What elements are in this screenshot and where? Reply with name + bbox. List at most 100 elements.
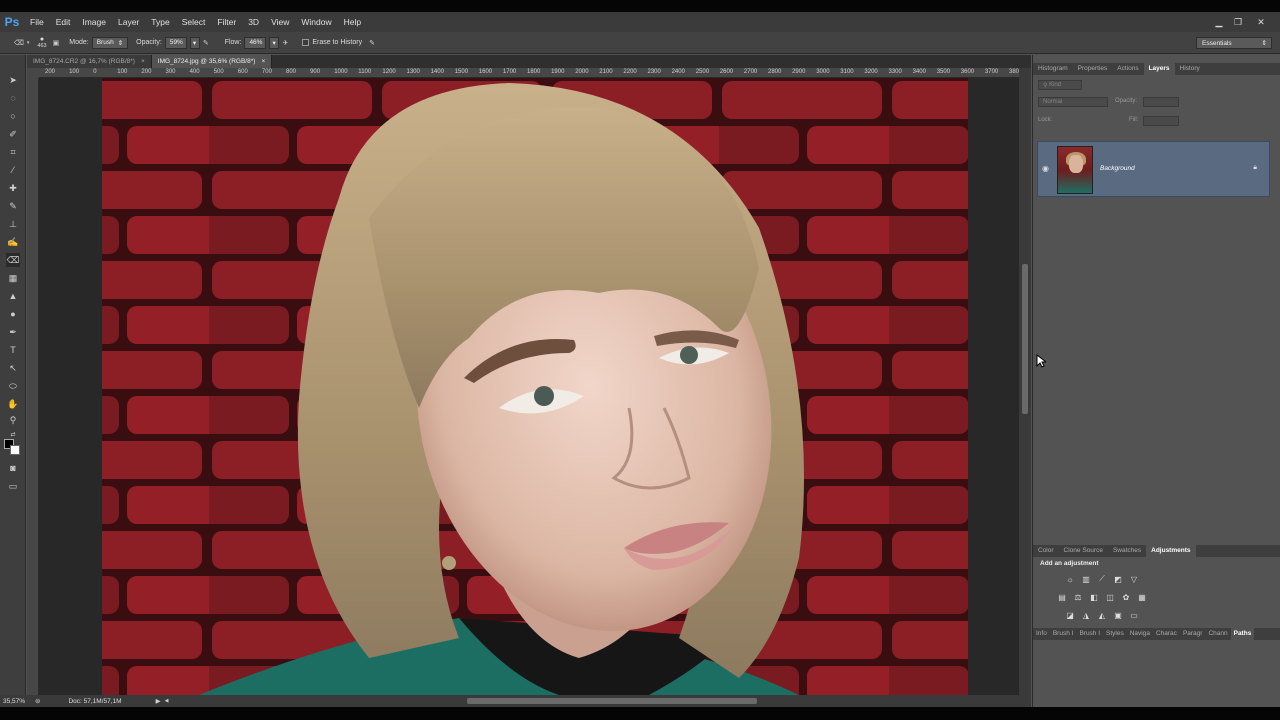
layer-name[interactable]: Background [1100,165,1135,172]
screen-mode-icon[interactable]: ▭ [6,479,20,493]
pressure-size-icon[interactable]: ✎ [369,39,375,47]
airbrush-icon[interactable]: ✈ [282,39,288,47]
background-color-swatch[interactable] [10,445,20,455]
canvas[interactable] [39,78,1019,695]
tab-navigator[interactable]: Naviga [1127,628,1153,640]
layer-row-background[interactable]: ◉ Background 🔒︎ [1037,141,1270,197]
scroll-left-icon[interactable]: ◀ [165,698,169,704]
zoom-tool-icon[interactable]: ⚲ [6,413,20,427]
menu-filter[interactable]: Filter [211,12,242,32]
gradient-tool-icon[interactable]: ▦ [6,271,20,285]
menu-select[interactable]: Select [176,12,212,32]
move-tool-icon[interactable]: ➤ [6,73,20,87]
tab-clone-source[interactable]: Clone Source [1059,545,1108,557]
quick-mask-icon[interactable]: ◙ [6,461,20,475]
clone-stamp-tool-icon[interactable]: ⊥ [6,217,20,231]
layer-filter-dropdown[interactable]: ⚲ Kind [1038,80,1082,90]
menu-type[interactable]: Type [145,12,175,32]
posterize-icon[interactable]: ◮ [1081,610,1091,620]
tab-paragraph[interactable]: Paragr [1180,628,1206,640]
blur-tool-icon[interactable]: ▲ [6,289,20,303]
zoom-level[interactable]: 35,57% [0,695,27,707]
shape-tool-icon[interactable]: ⬭ [6,379,20,393]
tab-styles[interactable]: Styles [1103,628,1127,640]
tab-color[interactable]: Color [1033,545,1059,557]
history-brush-tool-icon[interactable]: ✍ [6,235,20,249]
path-select-tool-icon[interactable]: ↖ [6,361,20,375]
menu-3d[interactable]: 3D [242,12,265,32]
color-balance-icon[interactable]: ⚖ [1073,592,1083,602]
marquee-tool-icon[interactable]: ◌ [6,91,20,105]
tab-history[interactable]: History [1175,63,1205,75]
vertical-ruler[interactable] [27,78,39,695]
eraser-tool-icon[interactable]: ⌫ [6,253,20,267]
eye-icon[interactable]: ◉ [1042,164,1049,173]
close-icon[interactable]: ✕ [1250,12,1272,32]
horizontal-ruler[interactable]: 200 100 0 100 200 300 400 500 600 700 800 900 1000 11… [39,68,1019,78]
flow-field[interactable]: 46% [244,36,267,49]
menu-image[interactable]: Image [76,12,112,32]
tab-adjustments[interactable]: Adjustments [1146,545,1196,557]
menu-view[interactable]: View [265,12,295,32]
gradient-map-icon[interactable]: ▭ [1129,610,1139,620]
opacity-slider-button[interactable]: ▾ [189,36,200,49]
flow-slider-button[interactable]: ▾ [269,36,280,49]
type-tool-icon[interactable]: T [6,343,20,357]
invert-icon[interactable]: ◪ [1065,610,1075,620]
erase-to-history-checkbox[interactable] [302,39,310,46]
restore-icon[interactable]: ❐ [1227,12,1249,32]
tab-swatches[interactable]: Swatches [1108,545,1146,557]
vertical-scroll-thumb[interactable] [1022,264,1028,414]
black-white-icon[interactable]: ◧ [1089,592,1099,602]
exposure-icon[interactable]: ◩ [1113,574,1123,584]
menu-help[interactable]: Help [338,12,367,32]
menu-window[interactable]: Window [295,12,337,32]
curves-icon[interactable]: ⟋ [1097,574,1107,584]
mode-dropdown[interactable]: Brush ⇕ [91,36,129,49]
menu-edit[interactable]: Edit [50,12,77,32]
selective-color-icon[interactable]: ▣ [1113,610,1123,620]
brush-size-picker[interactable]: ● 463 [37,36,46,50]
brush-panel-toggle[interactable]: ▣ [53,39,60,47]
tab-brush-presets[interactable]: Brush I [1076,628,1103,640]
tab-channels[interactable]: Chann [1205,628,1230,640]
hand-tool-icon[interactable]: ✋ [6,397,20,411]
photo-filter-icon[interactable]: ◫ [1105,592,1115,602]
eyedropper-tool-icon[interactable]: ⁄ [6,163,20,177]
tab-properties[interactable]: Properties [1073,63,1113,75]
close-tab-icon[interactable]: × [141,58,145,65]
tab-info[interactable]: Info [1033,628,1050,640]
dodge-tool-icon[interactable]: ● [6,307,20,321]
healing-brush-tool-icon[interactable]: ✚ [6,181,20,195]
crop-tool-icon[interactable]: ⌗ [6,145,20,159]
status-menu-arrow-icon[interactable]: ▶ [156,697,161,705]
horizontal-scroll-thumb[interactable] [467,698,757,704]
vibrance-icon[interactable]: ▽ [1129,574,1139,584]
threshold-icon[interactable]: ◭ [1097,610,1107,620]
tab-histogram[interactable]: Histogram [1033,63,1073,75]
tab-character[interactable]: Charac [1153,628,1180,640]
channel-mixer-icon[interactable]: ✿ [1121,592,1131,602]
brightness-icon[interactable]: ☼ [1065,574,1075,584]
status-export-icon[interactable]: ⊜ [35,697,40,705]
tool-preset-picker[interactable]: ⌫ ▾ [14,39,29,47]
layer-opacity-field[interactable] [1143,97,1179,107]
levels-icon[interactable]: ▥ [1081,574,1091,584]
blend-mode-dropdown[interactable]: Normal [1038,97,1108,107]
opacity-field[interactable]: 59% [164,36,187,49]
tab-actions[interactable]: Actions [1112,63,1143,75]
tab-paths[interactable]: Paths [1230,628,1255,640]
lasso-tool-icon[interactable]: ○ [6,109,20,123]
hue-saturation-icon[interactable]: ▤ [1057,592,1067,602]
doc-tab-cr2[interactable]: IMG_8724.CR2 @ 16,7% (RGB/8*) × [27,55,152,68]
close-tab-icon[interactable]: × [261,58,265,65]
ruler-origin[interactable] [27,68,39,78]
layer-fill-field[interactable] [1143,116,1179,126]
tab-layers[interactable]: Layers [1143,63,1175,75]
workspace-switcher[interactable]: Essentials ⇕ [1196,37,1272,49]
pressure-opacity-icon[interactable]: ✎ [203,39,209,47]
doc-tab-jpg[interactable]: IMG_8724.jpg @ 35,6% (RGB/8*) × [151,55,273,68]
brush-tool-icon[interactable]: ✎ [6,199,20,213]
menu-file[interactable]: File [24,12,50,32]
tab-brush[interactable]: Brush I [1050,628,1077,640]
